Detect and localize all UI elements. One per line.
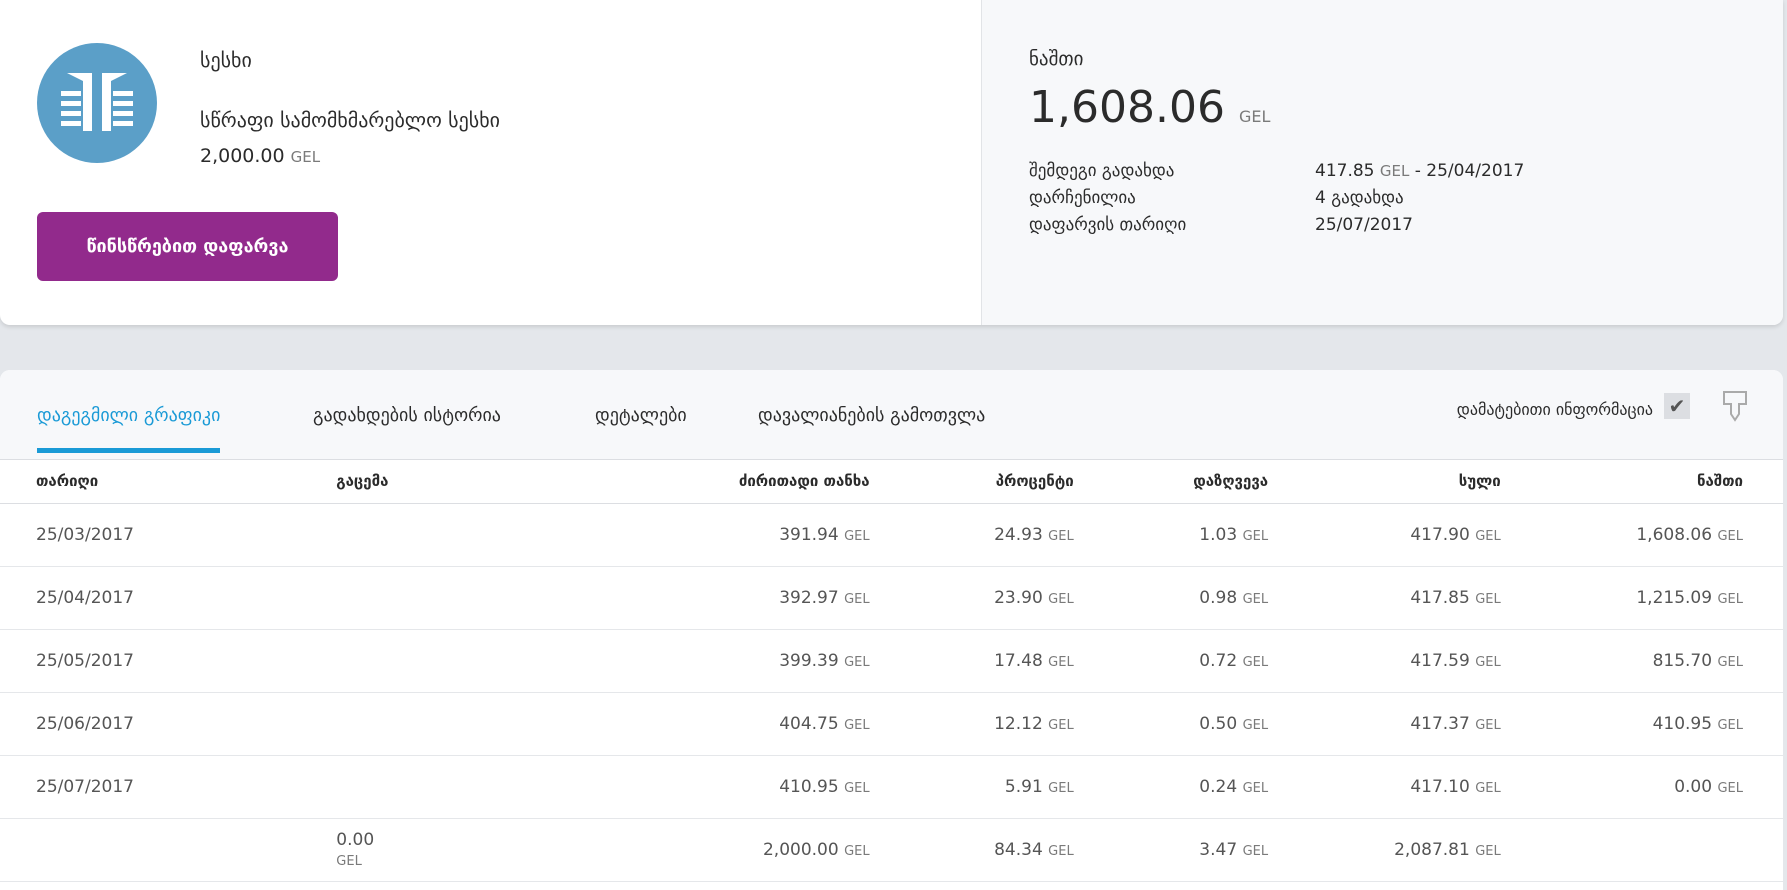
col-balance: ნაშთი <box>1500 460 1783 504</box>
loan-icon <box>37 43 157 163</box>
cell-date: 25/06/2017 <box>0 692 299 756</box>
cell-disbursement <box>298 755 389 819</box>
cell-interest: 23.90 GEL <box>869 566 1074 630</box>
table-row: 25/06/2017 404.75 GEL 12.12 GEL 0.50 GEL 417… <box>0 692 1783 756</box>
cell-insurance: 1.03 GEL <box>1073 503 1269 567</box>
balance-details: შემდეგი გადახდა 417.85 GEL - 25/04/2017 დ… <box>1029 158 1524 239</box>
cell-total: 417.85 GEL <box>1268 566 1501 630</box>
cell-total: 417.10 GEL <box>1268 755 1501 819</box>
loan-summary-card: სესხი სწრაფი სამომხმარებლო სესხი 2,000.0… <box>0 0 1783 325</box>
cell-disbursement <box>298 503 389 567</box>
balance-info: ნაშთი 1,608.06 GEL შემდეგი გადახდა 417.85… <box>982 0 1783 325</box>
cell-principal: 410.95 GEL <box>388 755 870 819</box>
cell-interest: 5.91 GEL <box>869 755 1074 819</box>
tab-bar: დაგეგმილი გრაფიკი გადახდების ისტორია დეტ… <box>0 370 1783 460</box>
cell-disbursement <box>298 629 389 693</box>
tab-debt-calculation[interactable]: დავალიანების გამოთვლა <box>758 405 985 448</box>
cell-insurance: 0.24 GEL <box>1073 755 1269 819</box>
cell-insurance: 0.98 GEL <box>1073 566 1269 630</box>
remaining-label: დარჩენილია <box>1029 188 1136 208</box>
tab-payment-history[interactable]: გადახდების ისტორია <box>313 405 501 448</box>
table-row: 25/03/2017 391.94 GEL 24.93 GEL 1.03 GEL 417… <box>0 503 1783 567</box>
schedule-panel: დაგეგმილი გრაფიკი გადახდების ისტორია დეტ… <box>0 370 1783 890</box>
cell-interest: 24.93 GEL <box>869 503 1074 567</box>
cell-total: 417.37 GEL <box>1268 692 1501 756</box>
cell-insurance: 0.72 GEL <box>1073 629 1269 693</box>
cell-principal: 392.97 GEL <box>388 566 870 630</box>
balance-amount: 1,608.06 GEL <box>1029 82 1271 133</box>
extra-info-label: დამატებითი ინფორმაცია <box>1456 400 1653 419</box>
cell-insurance: 0.50 GEL <box>1073 692 1269 756</box>
cell-disbursement <box>298 566 389 630</box>
cell-principal: 391.94 GEL <box>388 503 870 567</box>
col-insurance: დაზღვევა <box>1073 460 1269 504</box>
cell-total: 417.90 GEL <box>1268 503 1501 567</box>
table-header: თარიღი გაცემა ძირითადი თანხა პროცენტი და… <box>0 460 1783 504</box>
loan-product-name: სწრაფი სამომხმარებლო სესხი <box>200 108 501 132</box>
loan-type-label: სესხი <box>200 48 252 72</box>
cell-total: 417.59 GEL <box>1268 629 1501 693</box>
cell-date: 25/07/2017 <box>0 755 299 819</box>
cell-interest: 17.48 GEL <box>869 629 1074 693</box>
loan-info: სესხი სწრაფი სამომხმარებლო სესხი 2,000.0… <box>0 0 982 325</box>
extra-info-checkbox[interactable]: ✔ <box>1664 393 1690 419</box>
next-payment-value: 417.85 GEL - 25/04/2017 <box>1315 161 1525 181</box>
col-total: სული <box>1268 460 1501 504</box>
cell-balance: 410.95 GEL <box>1500 692 1783 756</box>
maturity-label: დაფარვის თარიღი <box>1029 215 1187 235</box>
cell-date: 25/04/2017 <box>0 566 299 630</box>
cell-principal: 399.39 GEL <box>388 629 870 693</box>
cell-balance: 815.70 GEL <box>1500 629 1783 693</box>
cell-date: 25/03/2017 <box>0 503 299 567</box>
cell-interest: 12.12 GEL <box>869 692 1074 756</box>
maturity-value: 25/07/2017 <box>1315 215 1413 235</box>
cell-balance: 1,608.06 GEL <box>1500 503 1783 567</box>
prepay-button[interactable]: წინსწრებით დაფარვა <box>37 212 338 281</box>
cell-disbursement <box>298 692 389 756</box>
col-disbursement: გაცემა <box>298 460 389 504</box>
cell-balance: 1,215.09 GEL <box>1500 566 1783 630</box>
col-interest: პროცენტი <box>869 460 1074 504</box>
table-row: 25/05/2017 399.39 GEL 17.48 GEL 0.72 GEL 417… <box>0 629 1783 693</box>
remaining-value: 4 გადახდა <box>1315 188 1404 208</box>
cell-balance: 0.00 GEL <box>1500 755 1783 819</box>
table-row: 25/04/2017 392.97 GEL 23.90 GEL 0.98 GEL 417… <box>0 566 1783 630</box>
table-row: 25/07/2017 410.95 GEL 5.91 GEL 0.24 GEL 417.… <box>0 755 1783 819</box>
tab-planned-schedule[interactable]: დაგეგმილი გრაფიკი <box>37 405 221 453</box>
balance-label: ნაშთი <box>1029 48 1084 70</box>
col-principal: ძირითადი თანხა <box>388 460 870 504</box>
download-icon[interactable] <box>1722 390 1748 428</box>
col-date: თარიღი <box>0 460 299 504</box>
loan-amount: 2,000.00 GEL <box>200 145 321 167</box>
cell-date: 25/05/2017 <box>0 629 299 693</box>
cell-principal: 404.75 GEL <box>388 692 870 756</box>
next-payment-label: შემდეგი გადახდა <box>1029 161 1175 181</box>
schedule-table: თარიღი გაცემა ძირითადი თანხა პროცენტი და… <box>0 460 1783 882</box>
tab-details[interactable]: დეტალები <box>595 405 687 448</box>
